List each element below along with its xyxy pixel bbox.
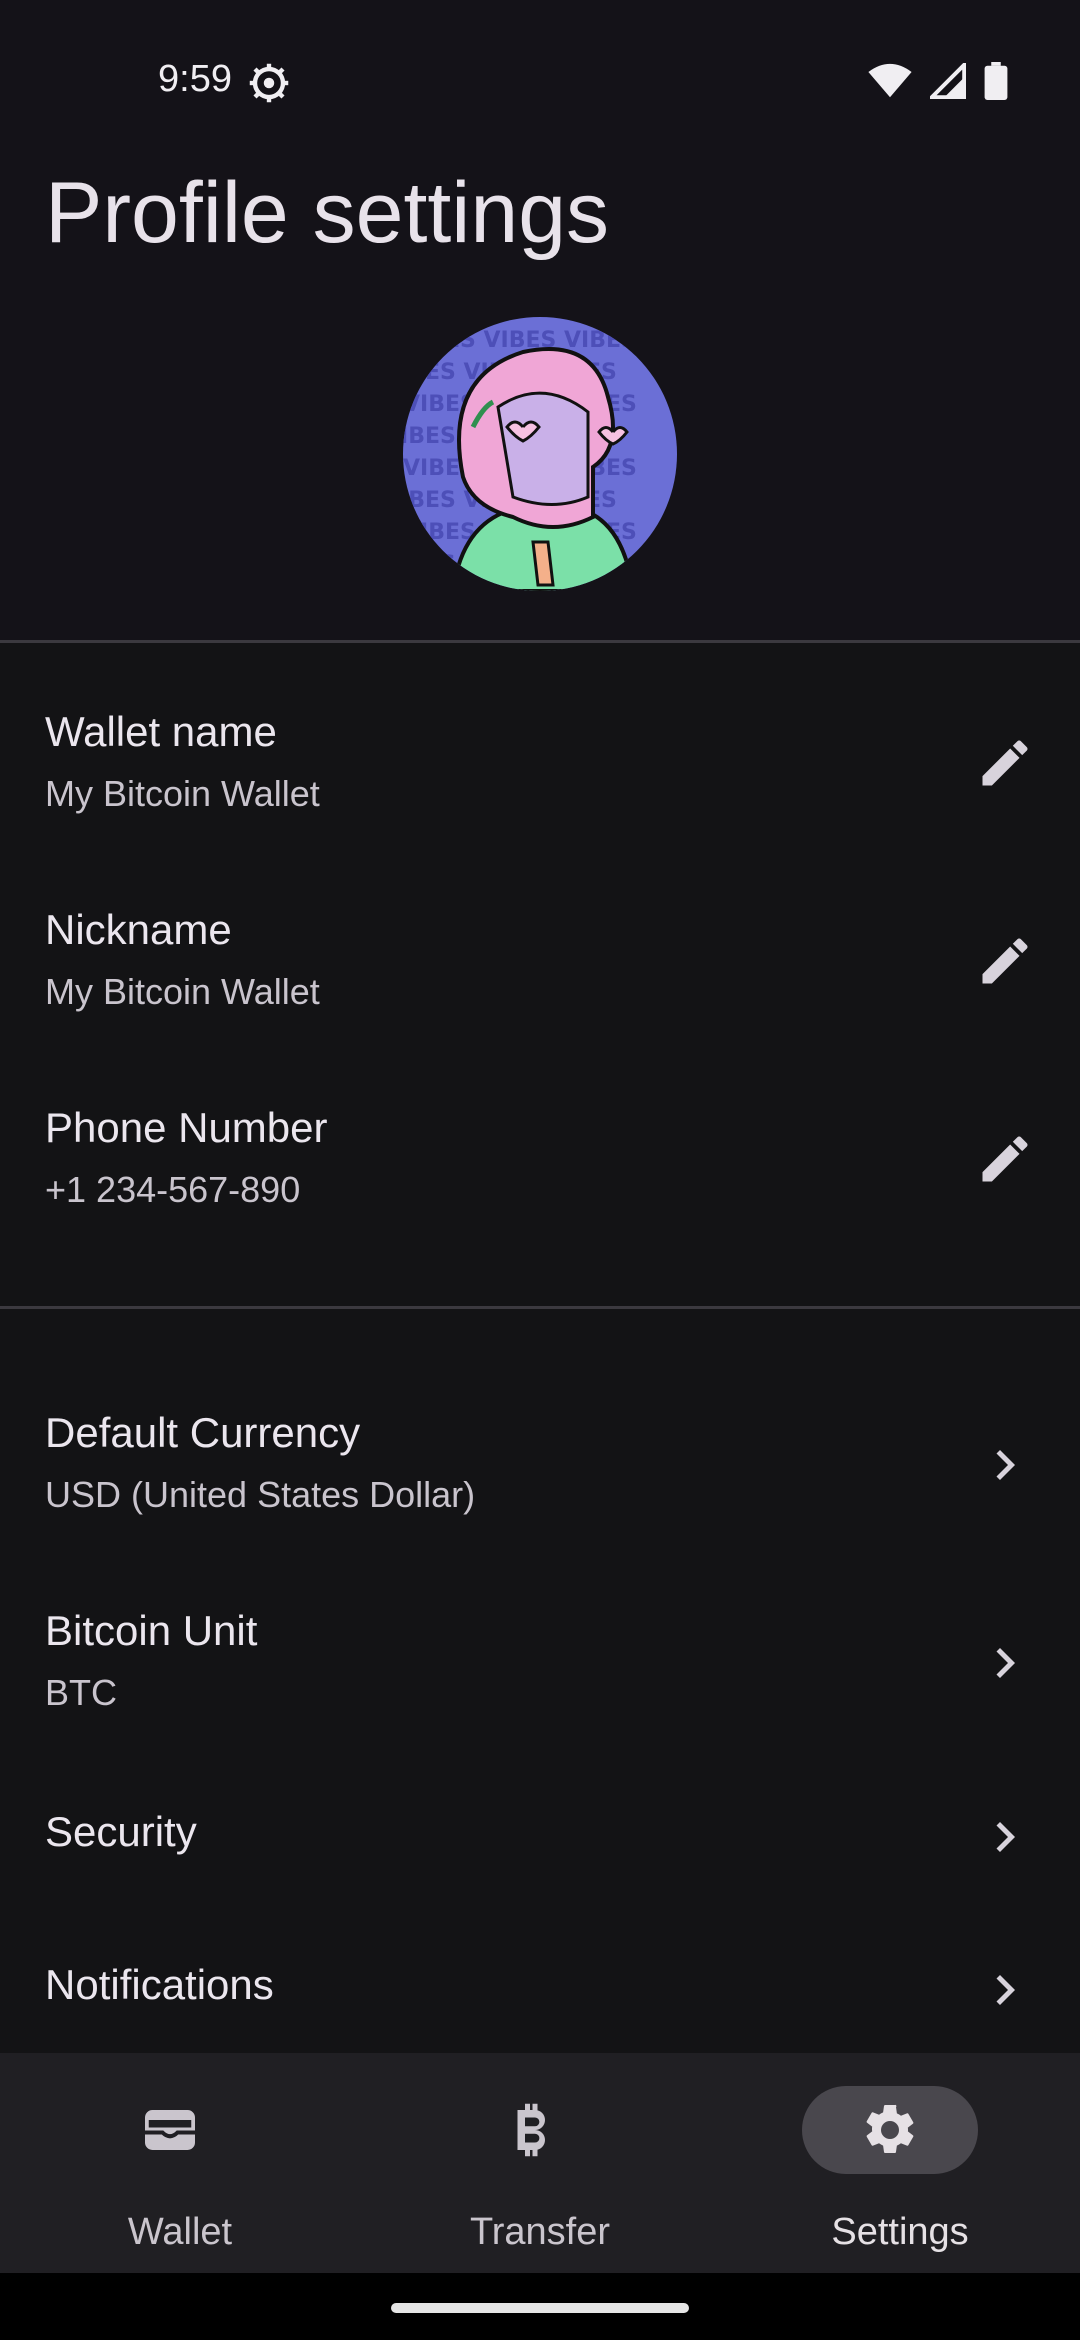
bottom-navigation: Wallet Transfer Settings bbox=[0, 2053, 1080, 2273]
wifi-icon bbox=[868, 63, 912, 98]
nav-label: Wallet bbox=[127, 2211, 233, 2253]
row-value: My Bitcoin Wallet bbox=[45, 773, 320, 814]
chevron-right-icon[interactable] bbox=[975, 1807, 1035, 1867]
svg-text:VIBES VIBES VIBES: VIBES VIBES VIBES bbox=[403, 328, 637, 353]
page-title: Profile settings bbox=[45, 165, 610, 261]
nav-label: Transfer bbox=[469, 2211, 611, 2253]
phone-number-row[interactable]: Phone Number +1 234-567-890 bbox=[0, 1041, 1080, 1241]
gear-icon bbox=[866, 2104, 914, 2153]
row-title: Wallet name bbox=[45, 708, 277, 755]
wallet-icon bbox=[145, 2110, 195, 2150]
system-navigation-bar bbox=[0, 2273, 1080, 2340]
row-title: Security bbox=[45, 1808, 197, 1855]
avatar-section: VIBES VIBES VIBES VIBES VIBES VIBES VIBE… bbox=[0, 295, 1080, 640]
status-time: 9:59 bbox=[158, 58, 232, 100]
row-title: Bitcoin Unit bbox=[45, 1607, 258, 1654]
chevron-right-icon[interactable] bbox=[975, 1960, 1035, 2020]
notifications-row[interactable]: Notifications bbox=[0, 1915, 1080, 2053]
battery-icon bbox=[984, 62, 1008, 100]
row-value: +1 234-567-890 bbox=[45, 1169, 301, 1210]
profile-fields-section: Wallet name My Bitcoin Wallet Nickname M… bbox=[0, 643, 1080, 1306]
row-value: USD (United States Dollar) bbox=[45, 1474, 476, 1515]
preferences-section: Default Currency USD (United States Doll… bbox=[0, 1309, 1080, 2053]
settings-status-icon bbox=[249, 63, 289, 103]
row-value: My Bitcoin Wallet bbox=[45, 971, 320, 1012]
signal-icon bbox=[930, 63, 966, 99]
default-currency-row[interactable]: Default Currency USD (United States Doll… bbox=[0, 1369, 1080, 1569]
chevron-right-icon[interactable] bbox=[975, 1633, 1035, 1693]
chevron-right-icon[interactable] bbox=[975, 1435, 1035, 1495]
nav-transfer[interactable]: Transfer bbox=[360, 2053, 720, 2273]
nav-settings[interactable]: Settings bbox=[720, 2053, 1080, 2273]
avatar[interactable]: VIBES VIBES VIBES VIBES VIBES VIBES VIBE… bbox=[403, 317, 677, 591]
row-value: BTC bbox=[45, 1672, 117, 1713]
nav-wallet[interactable]: Wallet bbox=[0, 2053, 360, 2273]
pencil-icon[interactable] bbox=[975, 1129, 1035, 1189]
nickname-row[interactable]: Nickname My Bitcoin Wallet bbox=[0, 843, 1080, 1041]
row-title: Default Currency bbox=[45, 1409, 361, 1456]
nav-label: Settings bbox=[831, 2211, 969, 2253]
home-indicator[interactable] bbox=[391, 2303, 689, 2313]
row-title: Notifications bbox=[45, 1961, 274, 2008]
wallet-name-row[interactable]: Wallet name My Bitcoin Wallet bbox=[0, 643, 1080, 843]
pencil-icon[interactable] bbox=[975, 733, 1035, 793]
pencil-icon[interactable] bbox=[975, 931, 1035, 991]
row-title: Nickname bbox=[45, 906, 232, 953]
status-bar: 9:59 bbox=[0, 0, 1080, 170]
row-title: Phone Number bbox=[45, 1104, 328, 1151]
bitcoin-icon bbox=[517, 2103, 545, 2157]
bitcoin-unit-row[interactable]: Bitcoin Unit BTC bbox=[0, 1569, 1080, 1765]
security-row[interactable]: Security bbox=[0, 1765, 1080, 1915]
page-header: Profile settings bbox=[0, 170, 1080, 295]
